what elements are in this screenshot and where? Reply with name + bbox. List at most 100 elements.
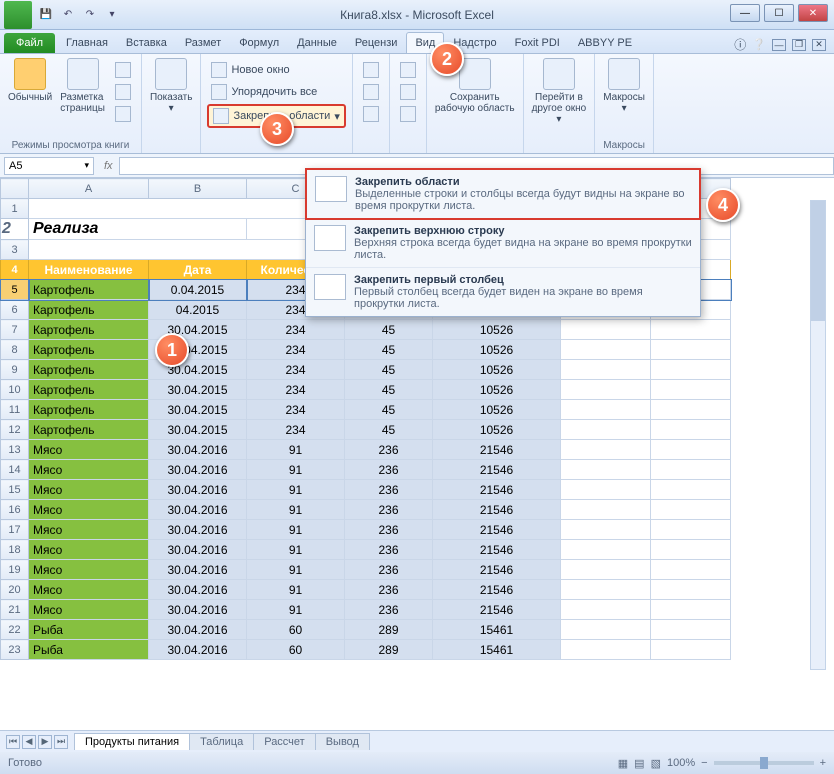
cell[interactable]: 234	[247, 400, 345, 420]
zoom-level[interactable]: 100%	[667, 757, 695, 769]
cell[interactable]: Мясо	[29, 540, 149, 560]
cell[interactable]: 10526	[433, 400, 561, 420]
cell[interactable]	[561, 520, 651, 540]
fullscreen-button[interactable]	[111, 104, 135, 124]
sync-scroll-button[interactable]	[396, 60, 420, 80]
cell[interactable]: 45	[345, 420, 433, 440]
sheet-nav-next[interactable]: ▶	[38, 735, 52, 749]
cell[interactable]	[651, 540, 731, 560]
cell[interactable]	[561, 600, 651, 620]
cell[interactable]: 30.04.2016	[149, 560, 247, 580]
compare-button[interactable]	[396, 104, 420, 124]
doc-minimize-button[interactable]: —	[772, 39, 786, 51]
tab-data[interactable]: Данные	[288, 32, 346, 53]
cell[interactable]: 21546	[433, 500, 561, 520]
cell[interactable]: 30.04.2016	[149, 460, 247, 480]
cell[interactable]: 91	[247, 520, 345, 540]
qat-more-icon[interactable]: ▾	[102, 5, 122, 25]
cell[interactable]: 234	[247, 380, 345, 400]
vertical-scrollbar[interactable]	[810, 200, 826, 670]
cell[interactable]: 10526	[433, 320, 561, 340]
macros-button[interactable]: Макросы▾	[601, 56, 647, 116]
row-header[interactable]: 10	[1, 380, 29, 400]
row-header[interactable]: 23	[1, 640, 29, 660]
cell[interactable]: 21546	[433, 600, 561, 620]
cell[interactable]	[651, 400, 731, 420]
row-header[interactable]: 11	[1, 400, 29, 420]
cell[interactable]: 30.04.2015	[149, 420, 247, 440]
table-header[interactable]: Дата	[149, 260, 247, 280]
cell[interactable]: 10526	[433, 420, 561, 440]
cell[interactable]	[561, 540, 651, 560]
cell[interactable]: Мясо	[29, 600, 149, 620]
cell[interactable]: 21546	[433, 480, 561, 500]
cell[interactable]: 10526	[433, 380, 561, 400]
cell[interactable]: 236	[345, 500, 433, 520]
row-header[interactable]: 9	[1, 360, 29, 380]
cell[interactable]	[561, 320, 651, 340]
cell[interactable]: Картофель	[29, 360, 149, 380]
row-header[interactable]: 2	[1, 219, 29, 240]
cell[interactable]: 21546	[433, 520, 561, 540]
reset-pos-button[interactable]	[396, 82, 420, 102]
view-pagebreak-icon[interactable]: ▧	[651, 757, 661, 770]
sheet-tab[interactable]: Вывод	[315, 733, 370, 750]
cell[interactable]: 234	[247, 320, 345, 340]
cell[interactable]: 236	[345, 440, 433, 460]
cell[interactable]: 91	[247, 560, 345, 580]
row-header[interactable]: 15	[1, 480, 29, 500]
tab-formulas[interactable]: Формул	[230, 32, 288, 53]
cell[interactable]	[651, 320, 731, 340]
cell[interactable]	[561, 460, 651, 480]
cell[interactable]: Картофель	[29, 300, 149, 320]
fx-icon[interactable]: fx	[98, 160, 119, 172]
tab-review[interactable]: Рецензи	[346, 32, 407, 53]
cell[interactable]: 30.04.2016	[149, 440, 247, 460]
new-window-button[interactable]: Новое окно	[207, 60, 345, 80]
custom-views-button[interactable]	[111, 82, 135, 102]
cell[interactable]	[651, 440, 731, 460]
cell[interactable]: Мясо	[29, 500, 149, 520]
cell[interactable]: Рыба	[29, 620, 149, 640]
sheet-tab[interactable]: Продукты питания	[74, 733, 190, 750]
tab-home[interactable]: Главная	[57, 32, 117, 53]
cell[interactable]: 45	[345, 360, 433, 380]
cell[interactable]: 91	[247, 440, 345, 460]
cell[interactable]: 30.04.2016	[149, 640, 247, 660]
cell[interactable]: 234	[247, 420, 345, 440]
col-header[interactable]: A	[29, 179, 149, 199]
cell[interactable]: 236	[345, 560, 433, 580]
help-icon[interactable]: ❔	[752, 38, 766, 51]
cell[interactable]: 91	[247, 500, 345, 520]
row-header[interactable]: 6	[1, 300, 29, 320]
cell[interactable]	[651, 380, 731, 400]
cell[interactable]: Рыба	[29, 640, 149, 660]
cell[interactable]: 236	[345, 520, 433, 540]
cell[interactable]: 45	[345, 320, 433, 340]
cell[interactable]: Мясо	[29, 560, 149, 580]
zoom-out-button[interactable]: −	[701, 757, 707, 769]
cell[interactable]: Картофель	[29, 340, 149, 360]
cell[interactable]: 236	[345, 480, 433, 500]
cell[interactable]	[651, 560, 731, 580]
cell[interactable]: 91	[247, 580, 345, 600]
cell[interactable]: Мясо	[29, 480, 149, 500]
cell[interactable]: Картофель	[29, 380, 149, 400]
row-header[interactable]: 20	[1, 580, 29, 600]
freeze-panes-option[interactable]: Закрепить областиВыделенные строки и сто…	[305, 168, 701, 220]
arrange-all-button[interactable]: Упорядочить все	[207, 82, 345, 102]
cell[interactable]	[651, 600, 731, 620]
cell[interactable]: 236	[345, 580, 433, 600]
row-header[interactable]: 5	[1, 280, 29, 300]
cell[interactable]: 91	[247, 460, 345, 480]
cell[interactable]: Мясо	[29, 520, 149, 540]
zoom-slider[interactable]	[714, 761, 814, 765]
cell[interactable]: 30.04.2016	[149, 480, 247, 500]
qat-save-icon[interactable]: 💾	[36, 5, 56, 25]
cell[interactable]: 30.04.2016	[149, 540, 247, 560]
cell[interactable]: 15461	[433, 620, 561, 640]
cell[interactable]: 45	[345, 380, 433, 400]
row-header[interactable]: 22	[1, 620, 29, 640]
row-header[interactable]: 19	[1, 560, 29, 580]
row-header[interactable]: 18	[1, 540, 29, 560]
